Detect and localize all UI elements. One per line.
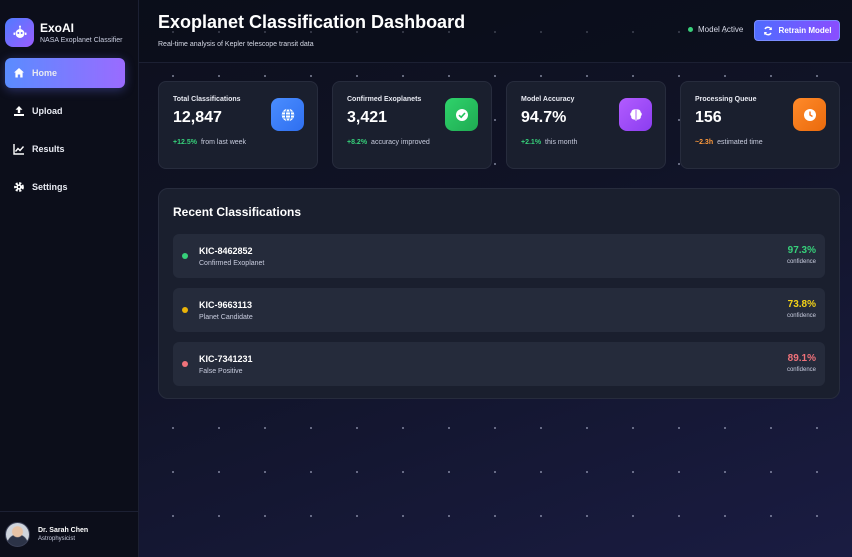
sidebar-item-label: Upload <box>32 106 63 116</box>
confidence-value: 73.8% <box>787 299 816 310</box>
list-item[interactable]: KIC-8462852 Confirmed Exoplanet 97.3% co… <box>173 234 825 278</box>
main-content: Exoplanet Classification Dashboard Real-… <box>139 0 852 557</box>
stat-card-delta: ~2.3h <box>695 139 714 146</box>
status-dot-icon <box>182 361 188 367</box>
status-dot-icon <box>688 27 693 32</box>
stat-card-note: this month <box>545 139 578 146</box>
confidence-label: confidence <box>786 259 816 265</box>
user-profile[interactable]: Dr. Sarah Chen Astrophysicist <box>0 511 139 557</box>
stat-card-note: from last week <box>200 139 247 146</box>
section-title: Recent Classifications <box>173 205 302 219</box>
sidebar-item-label: Results <box>32 144 65 154</box>
confidence-label: confidence <box>786 313 816 319</box>
stat-card-delta: +2.1% <box>521 139 542 146</box>
stat-card-model-accuracy[interactable]: Model Accuracy 94.7% +2.1% this month <box>506 81 666 169</box>
globe-icon <box>271 98 304 131</box>
kic-id: KIC-8462852 <box>199 245 253 256</box>
user-name: Dr. Sarah Chen <box>38 527 89 534</box>
stat-card-confirmed-exoplanets[interactable]: Confirmed Exoplanets 3,421 +8.2% accuracy… <box>332 81 492 169</box>
stat-card-note: estimated time <box>717 139 763 146</box>
gear-icon <box>13 181 25 193</box>
confidence-value: 89.1% <box>787 353 816 364</box>
retrain-model-button[interactable]: Retrain Model <box>754 20 840 41</box>
refresh-icon <box>763 26 773 36</box>
confidence-value: 97.3% <box>787 245 816 256</box>
classification-status: Confirmed Exoplanet <box>199 259 265 267</box>
chart-line-icon <box>13 143 25 155</box>
stat-card-delta: +8.2% <box>347 139 368 146</box>
robot-logo-icon <box>5 18 34 47</box>
user-role: Astrophysicist <box>38 536 76 542</box>
brand[interactable]: ExoAI NASA Exoplanet Classifier <box>0 0 138 54</box>
recent-classifications-panel: Recent Classifications KIC-8462852 Confi… <box>158 188 840 399</box>
avatar <box>5 522 30 547</box>
stat-card-note: accuracy improved <box>371 139 430 146</box>
sidebar-nav: Home Upload Results Settings <box>0 58 138 202</box>
page-title: Exoplanet Classification Dashboard <box>158 12 466 32</box>
classification-status: False Positive <box>199 367 243 375</box>
app-shell: ExoAI NASA Exoplanet Classifier Home Upl… <box>0 0 852 557</box>
confidence-label: confidence <box>786 367 816 373</box>
classification-list: KIC-8462852 Confirmed Exoplanet 97.3% co… <box>173 234 825 386</box>
page-header: Exoplanet Classification Dashboard Real-… <box>139 0 852 63</box>
sidebar: ExoAI NASA Exoplanet Classifier Home Upl… <box>0 0 139 557</box>
list-item[interactable]: KIC-9663113 Planet Candidate 73.8% confi… <box>173 288 825 332</box>
brain-icon <box>619 98 652 131</box>
kic-id: KIC-7341231 <box>199 353 253 364</box>
home-icon <box>13 67 25 79</box>
status-dot-icon <box>182 307 188 313</box>
brand-subtitle: NASA Exoplanet Classifier <box>40 37 123 44</box>
clock-icon <box>793 98 826 131</box>
model-status-label: Model Active <box>698 25 744 34</box>
list-item[interactable]: KIC-7341231 False Positive 89.1% confide… <box>173 342 825 386</box>
sidebar-item-results[interactable]: Results <box>5 134 125 164</box>
brand-name: ExoAI <box>40 21 75 35</box>
sidebar-item-upload[interactable]: Upload <box>5 96 125 126</box>
upload-icon <box>13 105 25 117</box>
sidebar-item-label: Settings <box>32 182 68 192</box>
retrain-label: Retrain Model <box>778 26 832 35</box>
stat-card-processing-queue[interactable]: Processing Queue 156 ~2.3h estimated time <box>680 81 840 169</box>
model-status: Model Active <box>688 25 743 34</box>
kic-id: KIC-9663113 <box>199 299 253 310</box>
check-circle-icon <box>445 98 478 131</box>
sidebar-item-settings[interactable]: Settings <box>5 172 125 202</box>
stats-cards: Total Classifications 12,847 +12.5% from … <box>158 81 840 169</box>
stat-card-delta: +12.5% <box>173 139 197 146</box>
sidebar-item-home[interactable]: Home <box>5 58 125 88</box>
classification-status: Planet Candidate <box>199 313 253 321</box>
page-subtitle: Real-time analysis of Kepler telescope t… <box>158 41 314 48</box>
stat-card-total-classifications[interactable]: Total Classifications 12,847 +12.5% from … <box>158 81 318 169</box>
sidebar-item-label: Home <box>32 68 58 78</box>
status-dot-icon <box>182 253 188 259</box>
